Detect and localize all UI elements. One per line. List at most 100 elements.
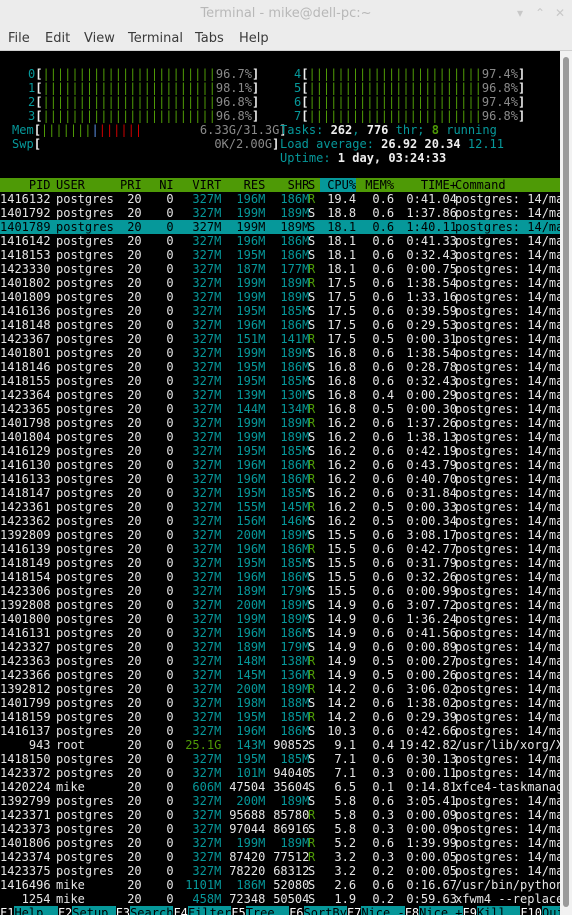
column-header-pri[interactable]: PRI	[120, 178, 142, 192]
fkey-f8[interactable]: F8	[404, 906, 420, 915]
process-row[interactable]: 1392809 postgres 20 0 327M 200M 189M S 15.5 0.6 3:…	[0, 528, 560, 542]
process-command: postgres: 14/ma	[455, 864, 560, 878]
process-row[interactable]: 1254 mike 20 0 458M 72348 50504 S 1.9 0.2 0:59.63 x…	[0, 892, 560, 906]
fkey-f9[interactable]: F9	[462, 906, 477, 915]
fkey-label-f3[interactable]: Search	[130, 906, 174, 915]
process-row[interactable]: 1418159 postgres 20 0 327M 195M 185M R 14.2 0.6 0:…	[0, 710, 560, 724]
process-row[interactable]: 1423364 postgres 20 0 327M 139M 130M S 16.8 0.4 0:…	[0, 388, 560, 402]
menu-tabs[interactable]: Tabs	[195, 31, 224, 46]
menu-edit[interactable]: Edit	[45, 31, 70, 46]
process-row[interactable]: 1418148 postgres 20 0 327M 196M 186M S 17.5 0.6 0:…	[0, 318, 560, 332]
fkey-label-f5[interactable]: Tree	[245, 906, 290, 915]
process-row[interactable]: 1423374 postgres 20 0 327M 87420 77512 R 3.2 0.3 0…	[0, 850, 560, 864]
process-row[interactable]: 1418149 postgres 20 0 327M 195M 185M S 15.5 0.6 0:…	[0, 556, 560, 570]
process-row[interactable]: 1418155 postgres 20 0 327M 195M 185M S 16.8 0.6 0:…	[0, 374, 560, 388]
fkey-label-f6[interactable]: SortBy	[303, 906, 347, 915]
fkey-label-f4[interactable]: Filter	[187, 906, 232, 915]
process-row[interactable]: 1423371 postgres 20 0 327M 95688 85780 R 5.8 0.3 0…	[0, 808, 560, 822]
process-row[interactable]: 1401806 postgres 20 0 327M 199M 189M R 5.2 0.6 1:3…	[0, 836, 560, 850]
menu-view[interactable]: View	[84, 31, 115, 46]
process-row[interactable]: 1392808 postgres 20 0 327M 200M 189M S 14.9 0.6 3:…	[0, 598, 560, 612]
terminal-area[interactable]: 0[||||||||||||||||||||||||96.7%] 1[||||||…	[0, 51, 560, 915]
process-row[interactable]: 1401809 postgres 20 0 327M 199M 189M S 17.5 0.6 1:…	[0, 290, 560, 304]
process-row[interactable]: 1423306 postgres 20 0 327M 189M 179M S 15.5 0.6 0:…	[0, 584, 560, 598]
process-row[interactable]: 1416136 postgres 20 0 327M 195M 185M S 17.5 0.6 0:…	[0, 304, 560, 318]
process-row[interactable]: 1392799 postgres 20 0 327M 200M 189M S 5.8 0.6 3:0…	[0, 794, 560, 808]
process-row[interactable]: 1401799 postgres 20 0 327M 198M 188M S 14.2 0.6 1:…	[0, 696, 560, 710]
process-row[interactable]: 943 root 20 0 25.1G 143M 90852 S 9.1 0.4 19:42.82/…	[0, 738, 560, 752]
menu-terminal[interactable]: Terminal	[128, 31, 183, 46]
process-cpu: 14.9	[327, 654, 357, 668]
process-row[interactable]: 1423361 postgres 20 0 327M 155M 145M R 16.2 0.5 0:…	[0, 500, 560, 514]
column-header-cpu[interactable]: CPU%	[320, 178, 357, 192]
process-row[interactable]: 1416496 mike 20 0 1101M 186M 52080 S 2.6 0.6 0:16.…	[0, 878, 560, 892]
process-row[interactable]: 1401792 postgres 20 0 327M 199M 189M S 18.8 0.6 1:…	[0, 206, 560, 220]
fkey-f1[interactable]: F1	[0, 906, 15, 915]
column-header-shr[interactable]: SHR	[266, 178, 310, 192]
column-header-res[interactable]: RES	[222, 178, 266, 192]
fkey-label-f10[interactable]: Quit	[542, 906, 560, 915]
process-row[interactable]: 1416137 postgres 20 0 327M 196M 186M S 10.3 0.6 0:…	[0, 724, 560, 738]
process-row[interactable]: 1401802 postgres 20 0 327M 199M 189M R 17.5 0.6 1:…	[0, 276, 560, 290]
process-row[interactable]: 1418146 postgres 20 0 327M 195M 186M S 16.8 0.6 0:…	[0, 360, 560, 374]
close-icon[interactable]: ✕	[552, 5, 568, 21]
process-row[interactable]: 1418150 postgres 20 0 327M 195M 185M S 7.1 0.6 0:3…	[0, 752, 560, 766]
process-row[interactable]: 1423372 postgres 20 0 327M 101M 94040 S 7.1 0.3 0:…	[0, 766, 560, 780]
fkey-f4[interactable]: F4	[173, 906, 188, 915]
column-header-user[interactable]: USER	[56, 178, 114, 192]
column-header-state[interactable]: S	[308, 178, 315, 192]
menu-file[interactable]: File	[8, 31, 30, 46]
maximize-icon[interactable]: ⌃	[532, 5, 548, 21]
scrollbar[interactable]	[560, 51, 572, 915]
menu-help[interactable]: Help	[239, 31, 269, 46]
process-row[interactable]: 1418154 postgres 20 0 327M 196M 186M S 15.5 0.6 0:…	[0, 570, 560, 584]
scrollbar-thumb[interactable]	[563, 57, 569, 907]
fkey-f2[interactable]: F2	[57, 906, 73, 915]
column-header-time[interactable]: TIME+	[392, 178, 457, 192]
fkey-label-f9[interactable]: Kill	[476, 906, 521, 915]
process-row[interactable]: 1392812 postgres 20 0 327M 200M 189M R 14.2 0.6 3:…	[0, 682, 560, 696]
process-row[interactable]: 1418147 postgres 20 0 327M 195M 185M S 16.2 0.6 0:…	[0, 486, 560, 500]
process-row[interactable]: 1416129 postgres 20 0 327M 195M 185M S 16.2 0.6 0:…	[0, 444, 560, 458]
column-header-pid[interactable]: PID	[0, 178, 51, 192]
process-row[interactable]: 1416131 postgres 20 0 327M 196M 186M S 14.9 0.6 0:…	[0, 626, 560, 640]
process-row[interactable]: 1423367 postgres 20 0 327M 151M 141M R 17.5 0.5 0:…	[0, 332, 560, 346]
process-row[interactable]: 1416132 postgres 20 0 327M 196M 186M R 19.4 0.6 0:…	[0, 192, 560, 206]
process-row[interactable]: 1416130 postgres 20 0 327M 196M 186M R 16.2 0.6 0:…	[0, 458, 560, 472]
minimize-icon[interactable]: ▾	[512, 5, 528, 21]
title-bar[interactable]: Terminal - mike@dell-pc:~ ▾ ⌃ ✕	[0, 0, 572, 29]
fkey-label-f2[interactable]: Setup	[72, 906, 116, 915]
fkey-f7[interactable]: F7	[346, 906, 362, 915]
process-row[interactable]: 1401798 postgres 20 0 327M 199M 189M R 16.2 0.6 1:…	[0, 416, 560, 430]
process-row[interactable]: 1423330 postgres 20 0 327M 187M 177M R 18.1 0.6 0:…	[0, 262, 560, 276]
process-row[interactable]: 1416142 postgres 20 0 327M 196M 186M S 18.1 0.6 0:…	[0, 234, 560, 248]
fkey-label-f7[interactable]: Nice -	[361, 906, 405, 915]
process-row[interactable]: 1401800 postgres 20 0 327M 199M 189M S 14.9 0.6 1:…	[0, 612, 560, 626]
process-row[interactable]: 1416139 postgres 20 0 327M 196M 186M R 15.5 0.6 0:…	[0, 542, 560, 556]
column-header-virt[interactable]: VIRT	[178, 178, 221, 192]
fkey-f5[interactable]: F5	[231, 906, 246, 915]
process-row[interactable]: 1420224 mike 20 0 606M 47504 35604 S 6.5 0.1 0:14.…	[0, 780, 560, 794]
process-row[interactable]: 1416133 postgres 20 0 327M 196M 186M R 16.2 0.6 0:…	[0, 472, 560, 486]
process-column-header[interactable]: PID USER PRI NI VIRT RES SHR S CPU% MEM% TIME+ Comm…	[0, 178, 560, 192]
process-row[interactable]: 1423362 postgres 20 0 327M 156M 146M S 16.2 0.5 0:…	[0, 514, 560, 528]
process-row[interactable]: 1418153 postgres 20 0 327M 195M 186M S 18.1 0.6 0:…	[0, 248, 560, 262]
process-row[interactable]: 1423366 postgres 20 0 327M 145M 136M R 14.9 0.5 0:…	[0, 668, 560, 682]
fkey-f10[interactable]: F10	[520, 906, 542, 915]
fkey-f3[interactable]: F3	[115, 906, 131, 915]
process-row[interactable]: 1423375 postgres 20 0 327M 78220 68312 S 3.2 0.2 0…	[0, 864, 560, 878]
process-row[interactable]: 1401804 postgres 20 0 327M 199M 189M S 16.2 0.6 1:…	[0, 430, 560, 444]
column-header-mem[interactable]: MEM%	[358, 178, 394, 192]
process-row[interactable]: 1423365 postgres 20 0 327M 144M 134M R 16.8 0.5 0:…	[0, 402, 560, 416]
column-header-ni[interactable]: NI	[152, 178, 173, 192]
process-row[interactable]: 1423327 postgres 20 0 327M 189M 179M S 14.9 0.6 0:…	[0, 640, 560, 654]
process-row[interactable]: 1401789 postgres 20 0 327M 199M 189M S 18.1 0.6 1:…	[0, 220, 560, 234]
process-row[interactable]: 1423363 postgres 20 0 327M 148M 138M R 14.9 0.5 0:…	[0, 654, 560, 668]
column-header-command[interactable]: Command	[455, 178, 560, 192]
fkey-f6[interactable]: F6	[289, 906, 304, 915]
process-row[interactable]: 1423373 postgres 20 0 327M 97044 86916 S 5.8 0.3 0…	[0, 822, 560, 836]
fkey-label-f8[interactable]: Nice +	[419, 906, 463, 915]
fkey-label-f1[interactable]: Help	[14, 906, 58, 915]
process-row[interactable]: 1401801 postgres 20 0 327M 199M 189M S 16.8 0.6 1:…	[0, 346, 560, 360]
memory-used-bar: |||||||	[40, 123, 92, 137]
